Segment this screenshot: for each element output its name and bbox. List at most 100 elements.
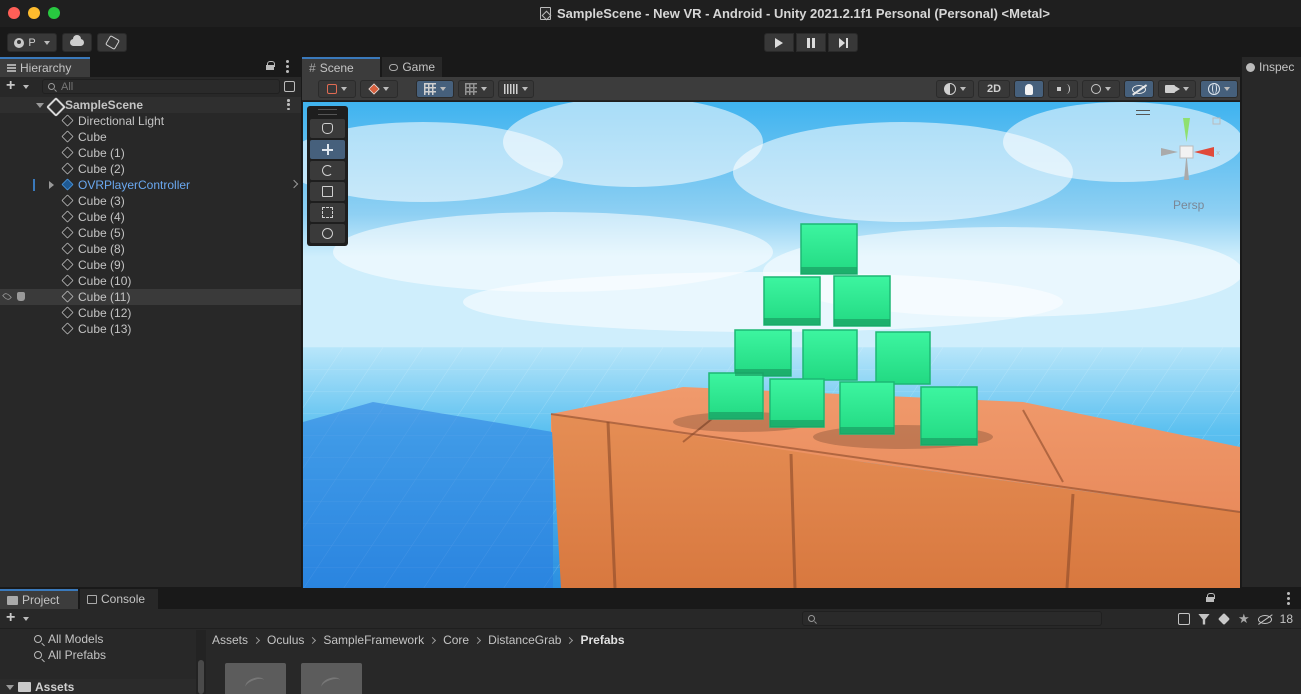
play-button[interactable] bbox=[764, 33, 794, 52]
shading-mode-dropdown[interactable] bbox=[936, 80, 974, 98]
hierarchy-search[interactable] bbox=[42, 79, 280, 94]
hierarchy-search-input[interactable] bbox=[61, 80, 250, 93]
minimize-window-button[interactable] bbox=[28, 7, 40, 19]
eye-slash-icon bbox=[1132, 84, 1146, 94]
hierarchy-item[interactable]: Cube (10) bbox=[0, 273, 301, 289]
perspective-label[interactable]: Persp bbox=[1173, 198, 1204, 212]
list-icon bbox=[7, 64, 16, 72]
inspector-tabbar: Inspec bbox=[1242, 57, 1301, 77]
tab-hierarchy[interactable]: Hierarchy bbox=[0, 57, 90, 77]
breadcrumb-item[interactable]: SampleFramework bbox=[323, 633, 424, 647]
rect-tool-button[interactable] bbox=[310, 203, 345, 222]
breadcrumb-item[interactable]: Prefabs bbox=[580, 633, 624, 647]
cloud-button[interactable] bbox=[62, 33, 92, 52]
lock-icon[interactable] bbox=[1206, 593, 1215, 602]
tab-scene[interactable]: # Scene bbox=[302, 57, 380, 77]
project-menu-icon[interactable] bbox=[1287, 592, 1290, 605]
hand-tool-button[interactable] bbox=[310, 119, 345, 138]
search-by-type-icon[interactable] bbox=[284, 81, 295, 92]
camera-settings-dropdown[interactable] bbox=[1158, 80, 1196, 98]
hierarchy-item[interactable]: Cube (11) bbox=[0, 289, 301, 305]
hierarchy-item[interactable]: Cube (12) bbox=[0, 305, 301, 321]
lock-icon[interactable] bbox=[266, 61, 275, 70]
favorite-all-models[interactable]: All Models bbox=[32, 631, 103, 647]
search-by-type-icon[interactable] bbox=[1177, 613, 1190, 625]
scene-row[interactable]: SampleScene bbox=[0, 97, 301, 113]
scene-menu-icon[interactable] bbox=[287, 99, 290, 110]
hierarchy-item[interactable]: Cube (13) bbox=[0, 321, 301, 337]
folder-icon bbox=[7, 595, 18, 605]
open-prefab-arrow-icon[interactable] bbox=[289, 179, 299, 189]
effects-dropdown[interactable] bbox=[1082, 80, 1120, 98]
lighting-toggle[interactable] bbox=[1014, 80, 1044, 98]
project-search-input[interactable] bbox=[821, 612, 1060, 625]
move-tool-button[interactable] bbox=[310, 140, 345, 159]
project-search[interactable] bbox=[802, 611, 1102, 626]
hierarchy-item[interactable]: Cube (3) bbox=[0, 193, 301, 209]
transform-tool-button[interactable] bbox=[310, 224, 345, 243]
breadcrumb-item[interactable]: Oculus bbox=[267, 633, 304, 647]
scale-tool-button[interactable] bbox=[310, 182, 345, 201]
hierarchy-item[interactable]: Cube bbox=[0, 129, 301, 145]
hierarchy-item[interactable]: OVRPlayerController bbox=[0, 177, 301, 193]
star-icon[interactable]: ★ bbox=[1238, 612, 1250, 625]
scene-toolbar: 2D bbox=[302, 77, 1240, 101]
draw-mode-dropdown[interactable] bbox=[318, 80, 356, 98]
hierarchy-item[interactable]: Cube (5) bbox=[0, 225, 301, 241]
render-mode-dropdown[interactable] bbox=[360, 80, 398, 98]
chevron-down-icon[interactable] bbox=[23, 617, 29, 621]
tab-project[interactable]: Project bbox=[0, 589, 78, 609]
assets-folder-row[interactable]: Assets bbox=[0, 679, 206, 694]
audio-toggle[interactable] bbox=[1048, 80, 1078, 98]
toggle-2d-button[interactable]: 2D bbox=[978, 80, 1010, 98]
grid-snapping-toggle[interactable] bbox=[416, 80, 454, 98]
hierarchy-item[interactable]: Cube (1) bbox=[0, 145, 301, 161]
pause-button[interactable] bbox=[796, 33, 826, 52]
maximize-window-button[interactable] bbox=[48, 7, 60, 19]
hierarchy-item[interactable]: Cube (4) bbox=[0, 209, 301, 225]
tab-game[interactable]: Game bbox=[382, 57, 442, 77]
scene-visibility-toggle[interactable] bbox=[1124, 80, 1154, 98]
breadcrumb-item[interactable]: DistanceGrab bbox=[488, 633, 561, 647]
favorite-all-prefabs[interactable]: All Prefabs bbox=[32, 647, 106, 663]
hierarchy-item[interactable]: Cube (9) bbox=[0, 257, 301, 273]
step-button[interactable] bbox=[828, 33, 858, 52]
tab-inspector[interactable]: Inspec bbox=[1242, 57, 1301, 77]
tab-console[interactable]: Console bbox=[80, 589, 158, 609]
fold-arrow-icon[interactable] bbox=[49, 181, 54, 189]
favorites-scrollbar[interactable] bbox=[196, 630, 206, 694]
hierarchy-item[interactable]: Directional Light bbox=[0, 113, 301, 129]
hierarchy-item[interactable]: Cube (8) bbox=[0, 241, 301, 257]
account-dropdown[interactable]: P bbox=[7, 33, 57, 52]
overlay-menu-icon[interactable] bbox=[1136, 110, 1150, 115]
fold-arrow-icon[interactable] bbox=[6, 685, 14, 690]
prefab-thumbnail[interactable] bbox=[301, 663, 362, 694]
palette-grip[interactable] bbox=[318, 109, 337, 115]
pickable-hand-icon[interactable] bbox=[17, 292, 25, 301]
title-bar: SampleScene - New VR - Android - Unity 2… bbox=[0, 0, 1301, 27]
prefab-thumbnail[interactable] bbox=[225, 663, 286, 694]
grid-visibility-dropdown[interactable] bbox=[498, 80, 534, 98]
increment-snap-dropdown[interactable] bbox=[458, 80, 494, 98]
visibility-eye-icon[interactable] bbox=[2, 291, 12, 302]
chevron-down-icon[interactable] bbox=[23, 85, 29, 89]
scene-viewport[interactable]: x Persp bbox=[303, 102, 1240, 588]
cloud-icon bbox=[70, 35, 84, 46]
collab-button[interactable] bbox=[97, 33, 127, 52]
add-icon[interactable]: + bbox=[6, 78, 15, 94]
create-asset-icon[interactable]: + bbox=[6, 610, 15, 626]
breadcrumb-item[interactable]: Assets bbox=[212, 633, 248, 647]
hierarchy-item[interactable]: Cube (2) bbox=[0, 161, 301, 177]
fold-arrow-icon[interactable] bbox=[36, 103, 44, 108]
tag-icon[interactable] bbox=[1218, 613, 1230, 625]
scene-render[interactable] bbox=[303, 102, 1240, 588]
eye-slash-icon[interactable] bbox=[1257, 614, 1272, 624]
filter-by-label-icon[interactable] bbox=[1197, 613, 1210, 625]
close-window-button[interactable] bbox=[8, 7, 20, 19]
hierarchy-item-label: Cube bbox=[78, 130, 107, 144]
breadcrumb-item[interactable]: Core bbox=[443, 633, 469, 647]
rotate-tool-button[interactable] bbox=[310, 161, 345, 180]
gizmos-dropdown[interactable] bbox=[1200, 80, 1238, 98]
search-icon bbox=[34, 635, 42, 643]
hierarchy-menu-icon[interactable] bbox=[286, 60, 289, 73]
